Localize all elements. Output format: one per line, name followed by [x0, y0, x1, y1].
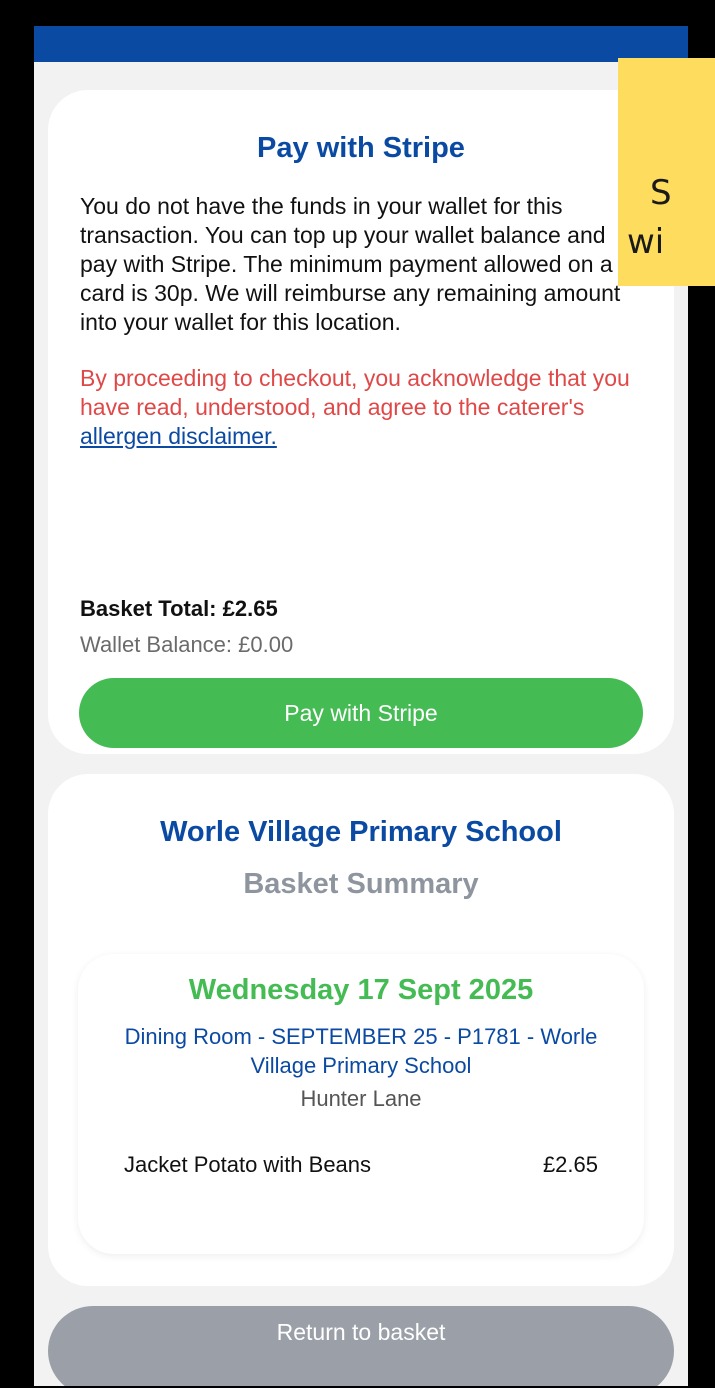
allergen-disclaimer-link[interactable]: allergen disclaimer.: [80, 423, 277, 449]
basket-summary-card: Worle Village Primary School Basket Summ…: [48, 774, 674, 1286]
top-bar: [34, 26, 688, 62]
allergen-warning: By proceeding to checkout, you acknowled…: [80, 364, 640, 451]
order-date: Wednesday 17 Sept 2025: [188, 974, 534, 1006]
list-item: Jacket Potato with Beans £2.65: [124, 1149, 598, 1181]
item-name: Jacket Potato with Beans: [124, 1152, 372, 1177]
overlay-caption-box: S wi: [618, 58, 715, 286]
school-name: Worle Village Primary School: [160, 816, 562, 848]
basket-total: Basket Total: £2.65: [80, 596, 278, 621]
order-location: Dining Room - SEPTEMBER 25 - P1781 - Wor…: [124, 1024, 598, 1078]
item-price: £2.65: [542, 1152, 598, 1177]
overlay-caption-line: wi: [627, 222, 665, 262]
stripe-title: Pay with Stripe: [257, 132, 465, 164]
return-to-basket-button[interactable]: Return to basket: [48, 1306, 674, 1386]
allergen-warning-text: By proceeding to checkout, you acknowled…: [80, 365, 630, 420]
overlay-caption-line: S: [650, 173, 672, 213]
order-sublocation: Hunter Lane: [300, 1086, 422, 1111]
pay-with-stripe-card: Pay with Stripe You do not have the fund…: [48, 90, 674, 754]
wallet-balance: Wallet Balance: £0.00: [80, 632, 294, 657]
pay-with-stripe-button[interactable]: Pay with Stripe: [79, 678, 643, 748]
stripe-info-text: You do not have the funds in your wallet…: [80, 193, 621, 335]
day-order-card: Wednesday 17 Sept 2025 Dining Room - SEP…: [78, 954, 644, 1254]
basket-summary-title: Basket Summary: [243, 868, 479, 900]
app-screen: Pay with Stripe You do not have the fund…: [34, 26, 688, 1386]
